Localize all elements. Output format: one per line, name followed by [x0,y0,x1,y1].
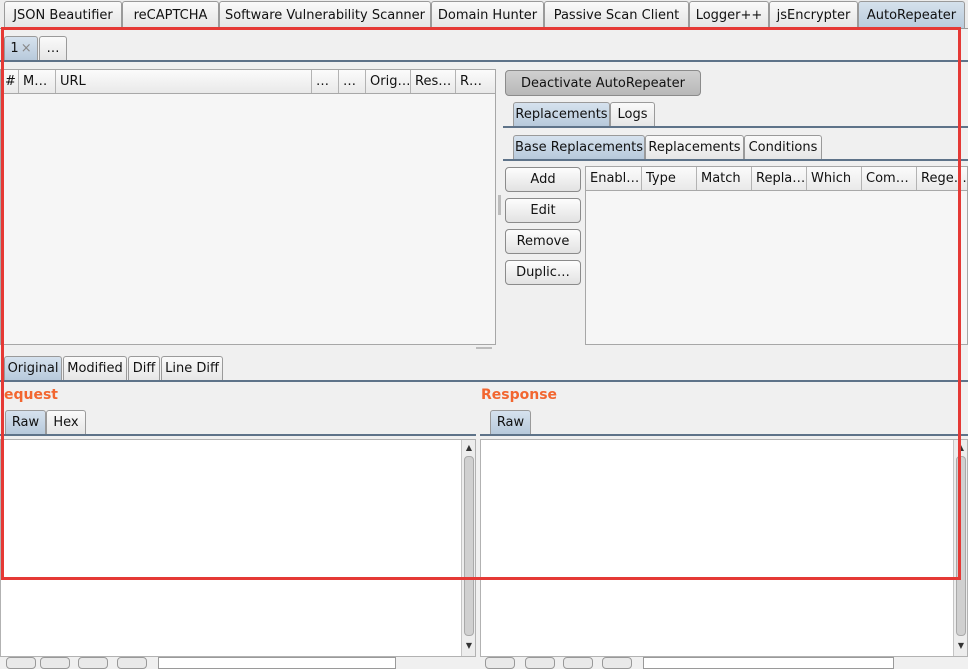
edit-button[interactable]: Edit [505,198,581,223]
log-table[interactable]: # M… URL … … Orig… Res… R… [0,69,496,345]
view-tab-underline [0,380,968,382]
close-icon[interactable]: × [21,41,32,56]
request-forward-button[interactable] [78,657,108,669]
tab-domain-hunter[interactable]: Domain Hunter [431,1,544,28]
vertical-splitter-handle[interactable] [498,195,501,215]
request-search-input[interactable] [158,657,396,669]
tab-line-diff[interactable]: Line Diff [161,356,223,380]
column-header-which[interactable]: Which [807,167,862,190]
tab-conditions[interactable]: Conditions [744,135,822,159]
replacement-tab-underline [503,159,968,161]
response-help-button[interactable] [485,657,515,669]
config-tab-underline [503,126,968,128]
request-editor[interactable]: ▲ ▼ [0,439,476,657]
request-tab-raw[interactable]: Raw [5,410,46,434]
request-tab-hex[interactable]: Hex [46,410,86,434]
request-scroll-thumb[interactable] [464,456,474,636]
column-header-response[interactable]: Res… [411,70,456,93]
tab-replacements[interactable]: Replacements [513,102,610,126]
scroll-down-icon[interactable]: ▼ [464,641,474,651]
tab-diff[interactable]: Diff [128,356,160,380]
tab-modified[interactable]: Modified [63,356,127,380]
add-button[interactable]: Add [505,167,581,192]
tab-original[interactable]: Original [4,356,62,380]
extension-tab-bar: JSON Beautifier reCAPTCHA Software Vulne… [0,0,968,29]
tab-software-vulnerability-scanner[interactable]: Software Vulnerability Scanner [219,1,431,28]
new-instance-tab[interactable]: … [39,36,67,60]
column-header-url[interactable]: URL [56,70,312,93]
tab-json-beautifier[interactable]: JSON Beautifier [4,1,122,28]
response-tab-raw[interactable]: Raw [490,410,531,434]
response-search-input[interactable] [643,657,894,669]
deactivate-autorepeater-button[interactable]: Deactivate AutoRepeater [505,70,701,96]
tab-base-replacements[interactable]: Base Replacements [513,135,645,159]
tab-jsencrypter[interactable]: jsEncrypter [769,1,858,28]
tab-logs[interactable]: Logs [610,102,655,126]
tab-passive-scan-client[interactable]: Passive Scan Client [544,1,689,28]
tab-logger-plus-plus[interactable]: Logger++ [689,1,769,28]
request-next-button[interactable] [117,657,147,669]
tab-underline [0,60,968,62]
instance-tab-1[interactable]: 1 × [4,36,38,60]
scroll-up-icon[interactable]: ▲ [464,443,474,453]
request-tab-underline [0,434,476,436]
column-header-col5[interactable]: … [339,70,366,93]
request-label: equest [4,387,59,403]
tab-replacements-list[interactable]: Replacements [645,135,744,159]
replacements-table[interactable]: Enabl… Type Match Repla… Which Com… Rege… [585,166,968,345]
column-header-index[interactable]: # [1,70,19,93]
column-header-col4[interactable]: … [312,70,339,93]
response-back-button[interactable] [525,657,555,669]
response-scrollbar[interactable]: ▲ ▼ [953,440,967,656]
column-header-method[interactable]: M… [19,70,56,93]
scroll-up-icon[interactable]: ▲ [956,443,966,453]
log-table-header: # M… URL … … Orig… Res… R… [1,70,495,94]
column-header-match[interactable]: Match [697,167,752,190]
request-help-button[interactable] [6,657,36,669]
column-header-replace[interactable]: Repla… [752,167,807,190]
response-tab-underline [480,434,968,436]
response-next-button[interactable] [602,657,632,669]
request-back-button[interactable] [40,657,70,669]
scroll-down-icon[interactable]: ▼ [956,641,966,651]
column-header-regex[interactable]: Rege… [917,167,967,190]
tab-autorepeater[interactable]: AutoRepeater [858,1,965,28]
column-header-enabled[interactable]: Enabl… [586,167,642,190]
column-header-original[interactable]: Orig… [366,70,411,93]
response-label: Response [481,387,558,403]
duplicate-button[interactable]: Duplic… [505,260,581,285]
tab-recaptcha[interactable]: reCAPTCHA [122,1,219,28]
response-forward-button[interactable] [563,657,593,669]
request-scrollbar[interactable]: ▲ ▼ [461,440,475,656]
column-header-comment[interactable]: Com… [862,167,917,190]
column-header-type[interactable]: Type [642,167,697,190]
response-scroll-thumb[interactable] [956,456,966,636]
horizontal-splitter-handle[interactable] [476,347,492,349]
replacements-table-header: Enabl… Type Match Repla… Which Com… Rege… [586,167,967,191]
remove-button[interactable]: Remove [505,229,581,254]
response-editor[interactable]: ▲ ▼ [480,439,968,657]
instance-tab-label: 1 [10,41,19,56]
column-header-r[interactable]: R… [456,70,493,93]
